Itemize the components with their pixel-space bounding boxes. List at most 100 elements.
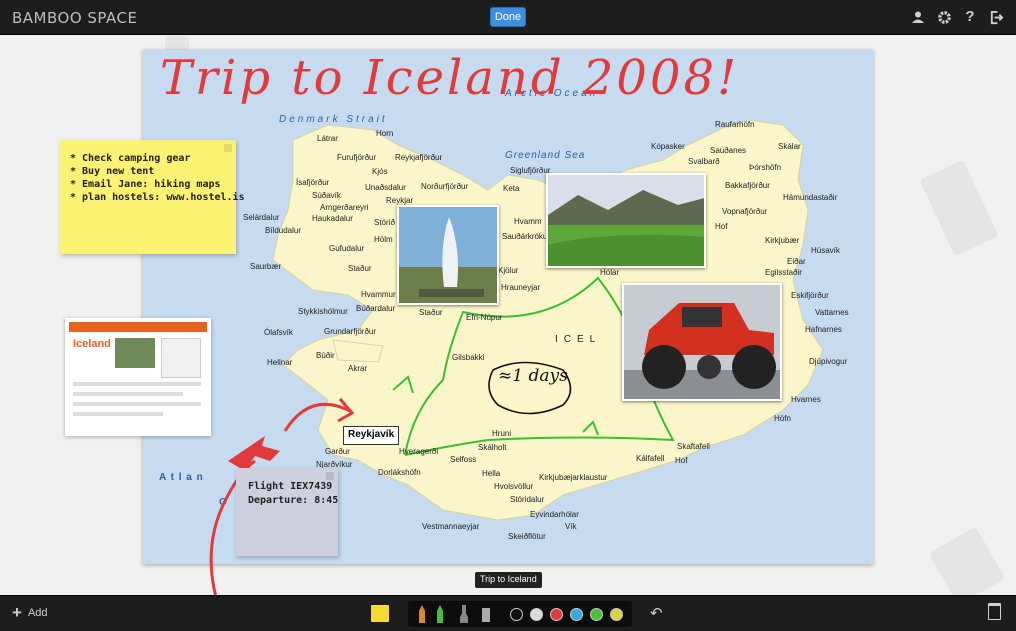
sea-label: A t l a n — [159, 472, 204, 483]
todo-sticky-note[interactable]: * Check camping gear * Buy new tent * Em… — [60, 140, 245, 254]
map-place: Vattarnes — [815, 308, 849, 317]
map-place: Hólar — [600, 268, 620, 277]
map-place: Vík — [565, 522, 577, 531]
todo-item: * Buy new tent — [70, 166, 155, 177]
map-place: Kjós — [372, 167, 388, 176]
sticky-note-tool[interactable] — [371, 605, 389, 622]
map-place: Búðardalur — [356, 304, 396, 313]
trash-icon[interactable] — [988, 603, 1001, 620]
map-place: Staður — [419, 308, 443, 317]
app-logo: BAMBOO SPACE — [12, 9, 138, 27]
add-button[interactable]: + Add — [12, 604, 48, 621]
map-place: Hámundastaðir — [783, 193, 838, 202]
map-place: Hvammur — [361, 290, 396, 299]
color-swatch-green[interactable] — [590, 608, 603, 621]
map-place: Hrauneyjar — [501, 283, 541, 292]
map-place: Hafnarnes — [805, 325, 842, 334]
board-canvas[interactable]: Arctic Ocean Denmark Strait Greenland Se… — [0, 36, 1016, 595]
map-place: Sauðanes — [710, 146, 747, 155]
color-swatch-red[interactable] — [550, 608, 563, 621]
location-label[interactable]: Reykjavík — [343, 426, 400, 445]
user-icon[interactable] — [910, 9, 926, 25]
map-place: Ólafsvík — [264, 328, 293, 337]
map-place: Egilsstaðir — [765, 268, 802, 277]
sea-label: Denmark Strait — [279, 114, 388, 125]
undo-icon[interactable]: ↶ — [650, 604, 663, 622]
flight-sticky-note[interactable]: Flight IEX7439 Departure: 8:45 — [236, 468, 338, 556]
map-place: Kjölur — [498, 266, 519, 275]
map-place: Kirkjubæjarklaustur — [539, 473, 608, 482]
note-close-handle[interactable] — [326, 472, 334, 480]
map-place: Stóridalur — [510, 495, 545, 504]
flight-departure: Departure: 8:45 — [248, 495, 339, 506]
drawing-tools-panel — [408, 601, 632, 627]
color-swatch-white[interactable] — [530, 608, 543, 621]
valley-photo[interactable] — [546, 173, 706, 268]
map-place: Stórið — [374, 218, 395, 227]
background-decoration — [919, 159, 999, 257]
geysir-photo[interactable] — [397, 205, 499, 305]
color-swatch-black[interactable] — [510, 608, 523, 621]
map-place: Hruni — [492, 429, 512, 438]
map-place: Selárdalur — [243, 213, 280, 222]
done-button[interactable]: Done — [490, 7, 526, 27]
map-place: Gilsbakki — [452, 353, 485, 362]
color-swatch-blue[interactable] — [570, 608, 583, 621]
map-place: Eiðar — [787, 257, 806, 266]
note-close-handle[interactable] — [224, 144, 232, 152]
map-place: Eskifjörður — [791, 291, 829, 300]
logout-icon[interactable] — [988, 9, 1004, 25]
map-place: Skeiðflötur — [508, 532, 546, 541]
webpage-image — [115, 338, 155, 368]
flight-number: Flight IEX7439 — [248, 481, 333, 492]
map-place: Stykkishólmur — [298, 307, 348, 316]
todo-item: * Check camping gear — [70, 153, 191, 164]
map-place: Haukadalur — [312, 214, 353, 223]
map-place: Höfn — [774, 414, 791, 423]
help-icon[interactable]: ? — [962, 9, 978, 25]
bottom-toolbar: + Add ↶ — [0, 595, 1016, 631]
color-swatch-yellow[interactable] — [610, 608, 623, 621]
tooltip: Trip to Iceland — [475, 572, 542, 588]
map-place: Djúpivogur — [809, 357, 848, 366]
map-place: Hvamm — [514, 217, 542, 226]
monster-truck-photo[interactable] — [622, 283, 782, 401]
webpage-text-line — [73, 402, 201, 406]
top-bar: BAMBOO SPACE Done ? — [0, 0, 1016, 35]
map-place: Reykjar — [386, 196, 414, 205]
todo-item: * Email Jane: hiking maps — [70, 179, 221, 190]
map-place: Bakkafjörður — [725, 181, 770, 190]
webpage-title: Iceland — [73, 338, 111, 350]
map-place: Látrar — [317, 134, 338, 143]
webpage-text-line — [73, 382, 201, 386]
map-place: Hvarnes — [791, 395, 821, 404]
map-place: Kirkjubær — [765, 236, 800, 245]
map-place: Norðurfjörður — [421, 182, 469, 191]
map-place: Svalbarð — [688, 157, 720, 166]
map-place: Kálfafell — [636, 454, 665, 463]
map-place: Eyvindarhólar — [530, 510, 579, 519]
map-place: Vopnafjörður — [722, 207, 768, 216]
days-scribble: ≈1 days — [498, 366, 568, 386]
map-place: Dorlákshöfn — [378, 468, 421, 477]
map-place: Súðavík — [312, 191, 341, 200]
map-place: Skálar — [778, 142, 801, 151]
map-place: Gufudalur — [329, 244, 365, 253]
webpage-clipping[interactable]: Iceland — [65, 318, 211, 436]
map-place: Skálholt — [478, 443, 507, 452]
map-place: Hof — [715, 222, 728, 231]
webpage-text-line — [73, 392, 183, 396]
map-place: Efri-Núpur — [466, 313, 503, 322]
webpage-form — [161, 338, 201, 378]
map-place: Þórshöfn — [749, 163, 782, 172]
map-place: Horn — [376, 129, 394, 138]
eraser-tool-icon[interactable] — [480, 605, 492, 623]
marker-tool-icon[interactable] — [434, 605, 446, 623]
trip-title-scribble: Trip to Iceland 2008! — [160, 50, 740, 106]
map-place: Grundarfjörður — [324, 327, 377, 336]
map-place: Hvolsvöllur — [494, 482, 534, 491]
pencil-tool-icon[interactable] — [416, 605, 428, 623]
gear-icon[interactable] — [936, 9, 952, 25]
map-place: Búðir — [316, 351, 335, 360]
highlighter-tool-icon[interactable] — [458, 605, 470, 623]
